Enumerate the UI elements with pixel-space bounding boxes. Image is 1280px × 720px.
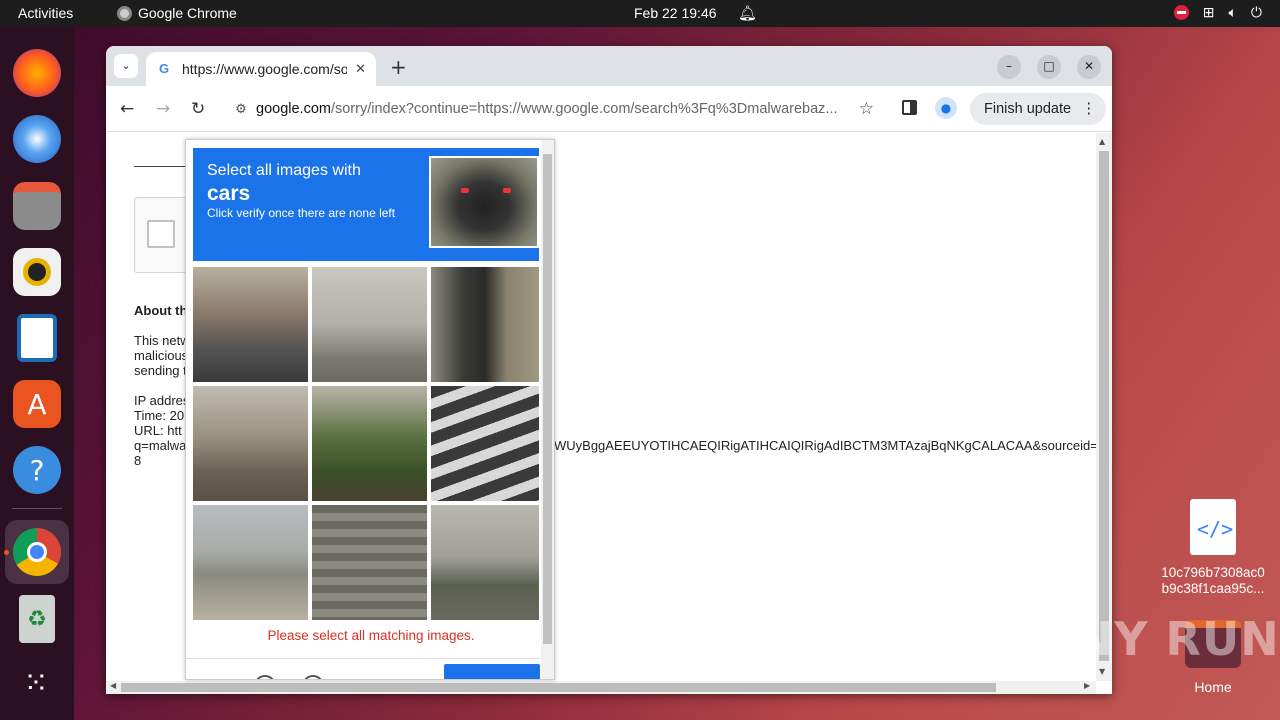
scroll-thumb[interactable] <box>1099 151 1109 661</box>
captcha-scrollbar[interactable] <box>541 140 554 679</box>
about-heading: About th <box>134 303 188 318</box>
dock: A ? ♻ ⁙ <box>0 27 74 720</box>
captcha-tile[interactable] <box>312 505 427 620</box>
recaptcha-checkbox[interactable] <box>147 220 175 248</box>
system-tray[interactable]: ⊞ 🔈︎ ⏻ <box>1173 4 1262 21</box>
horizontal-scrollbar[interactable]: ◀ ▶ <box>106 681 1096 694</box>
captcha-tile[interactable] <box>431 386 539 501</box>
scroll-right-icon[interactable]: ▶ <box>1084 681 1090 690</box>
finish-update-button[interactable]: Finish update ⋮ <box>970 93 1106 125</box>
captcha-footer-divider <box>186 658 554 659</box>
scroll-thumb[interactable] <box>121 683 996 692</box>
thunderbird-icon[interactable] <box>13 115 61 163</box>
app-name: Google Chrome <box>138 5 237 21</box>
url-line: 8 <box>134 453 142 468</box>
top-bar: Activities Google Chrome Feb 22 19:46 🔔︎… <box>0 0 1280 27</box>
tab-title: https://www.google.com/sorry/index <box>182 61 347 77</box>
tab-google[interactable]: G https://www.google.com/sorry/index ✕ <box>146 52 376 86</box>
bookmark-star-icon[interactable]: ☆ <box>859 99 874 119</box>
url-path: /sorry/index?continue=https://www.google… <box>330 101 838 117</box>
firefox-icon[interactable] <box>13 49 61 97</box>
vertical-scrollbar[interactable]: ▲ ▼ <box>1096 133 1112 681</box>
scroll-thumb[interactable] <box>543 154 552 644</box>
anyrun-watermark: ANY RUN <box>1038 612 1280 666</box>
captcha-tile[interactable] <box>193 386 308 501</box>
code-icon: </> <box>1197 517 1234 541</box>
site-info-icon[interactable]: ⚙ <box>226 101 256 117</box>
volume-icon: 🔈︎ <box>1228 4 1237 20</box>
libreoffice-writer-icon[interactable] <box>17 314 57 362</box>
help-icon[interactable]: ? <box>13 446 61 494</box>
desktop-file-label[interactable]: 10c796b7308ac0 b9c38f1caa95c... <box>1148 565 1278 597</box>
network-icon: ⊞ <box>1202 4 1215 20</box>
captcha-challenge: Select all images with cars Click verify… <box>185 139 555 680</box>
sample-image <box>429 156 539 248</box>
body-line: sending t <box>134 363 187 378</box>
captcha-hint: Click verify once there are none left <box>207 206 396 220</box>
address-bar[interactable]: ⚙ google.com/sorry/index?continue=https:… <box>226 93 886 125</box>
home-label[interactable]: Home <box>1185 679 1241 695</box>
running-indicator <box>4 550 9 555</box>
file-name-line: b9c38f1caa95c... <box>1161 581 1265 596</box>
trash-icon[interactable]: ♻ <box>19 595 55 643</box>
scroll-down-icon[interactable]: ▼ <box>1099 667 1105 676</box>
captcha-tile[interactable] <box>431 505 539 620</box>
body-line: This netw <box>134 333 190 348</box>
file-name-line: 10c796b7308ac0 <box>1161 565 1265 580</box>
info-icon[interactable] <box>302 675 324 679</box>
clock[interactable]: Feb 22 19:46 <box>634 5 717 21</box>
more-menu-icon[interactable]: ⋮ <box>1082 93 1097 125</box>
captcha-error: Please select all matching images. <box>267 628 475 643</box>
finish-update-label: Finish update <box>984 101 1072 117</box>
files-icon[interactable] <box>13 182 61 230</box>
chrome-icon <box>117 5 132 21</box>
captcha-tile[interactable] <box>193 267 308 382</box>
time-line: Time: 20 <box>134 408 185 423</box>
google-icon: G <box>158 61 170 76</box>
stop-icon <box>1173 5 1189 20</box>
url-line: q=malwa <box>134 438 187 453</box>
captcha-instruction: Select all images with <box>207 162 361 179</box>
notification-bell-icon: 🔔︎ <box>738 5 758 22</box>
chrome-icon[interactable] <box>13 528 61 576</box>
reload-icon[interactable]: ↻ <box>191 99 205 119</box>
maximize-icon[interactable]: □ <box>1037 55 1061 79</box>
captcha-tile[interactable] <box>431 267 539 382</box>
tail-light <box>461 188 469 193</box>
side-panel-icon[interactable] <box>902 100 917 115</box>
power-icon: ⏻ <box>1250 4 1262 20</box>
rhythmbox-icon[interactable] <box>13 248 61 296</box>
ip-line: IP addres <box>134 393 190 408</box>
url-line: URL: htt <box>134 423 182 438</box>
tail-light <box>503 188 511 193</box>
tab-close-icon[interactable]: ✕ <box>355 61 366 77</box>
tab-bar: ⌄ G https://www.google.com/sorry/index ✕… <box>106 46 1112 86</box>
body-line: malicious <box>134 348 189 363</box>
new-tab-icon[interactable]: + <box>390 55 407 79</box>
tab-search-icon[interactable]: ⌄ <box>114 54 138 78</box>
scroll-left-icon[interactable]: ◀ <box>110 681 116 690</box>
profile-icon[interactable]: ● <box>935 97 957 119</box>
captcha-tile[interactable] <box>312 267 427 382</box>
captcha-keyword: cars <box>207 182 251 205</box>
app-center-icon[interactable]: A <box>13 380 61 428</box>
back-icon[interactable]: ← <box>120 99 134 119</box>
html-file-icon[interactable]: </> <box>1190 499 1236 555</box>
forward-icon[interactable]: → <box>156 99 170 119</box>
activities-button[interactable]: Activities <box>18 5 73 21</box>
audio-challenge-icon[interactable] <box>254 675 276 679</box>
close-icon[interactable]: ✕ <box>1077 55 1101 79</box>
dock-separator <box>12 508 62 509</box>
scroll-up-icon[interactable]: ▲ <box>1099 137 1105 146</box>
captcha-header: Select all images with cars Click verify… <box>193 148 539 261</box>
verify-button[interactable] <box>444 664 540 679</box>
url-host: google.com <box>256 101 331 117</box>
app-menu[interactable]: Google Chrome <box>117 5 237 21</box>
captcha-tile[interactable] <box>193 505 308 620</box>
url-continuation: WUyBggAEEUYOTIHCAEQIRigATIHCAIQIRigAdIBC… <box>554 438 1096 453</box>
show-apps-icon[interactable]: ⁙ <box>13 659 61 707</box>
captcha-tile[interactable] <box>312 386 427 501</box>
minimize-icon[interactable]: – <box>997 55 1021 79</box>
toolbar: ← → ↻ ⚙ google.com/sorry/index?continue=… <box>106 86 1112 132</box>
